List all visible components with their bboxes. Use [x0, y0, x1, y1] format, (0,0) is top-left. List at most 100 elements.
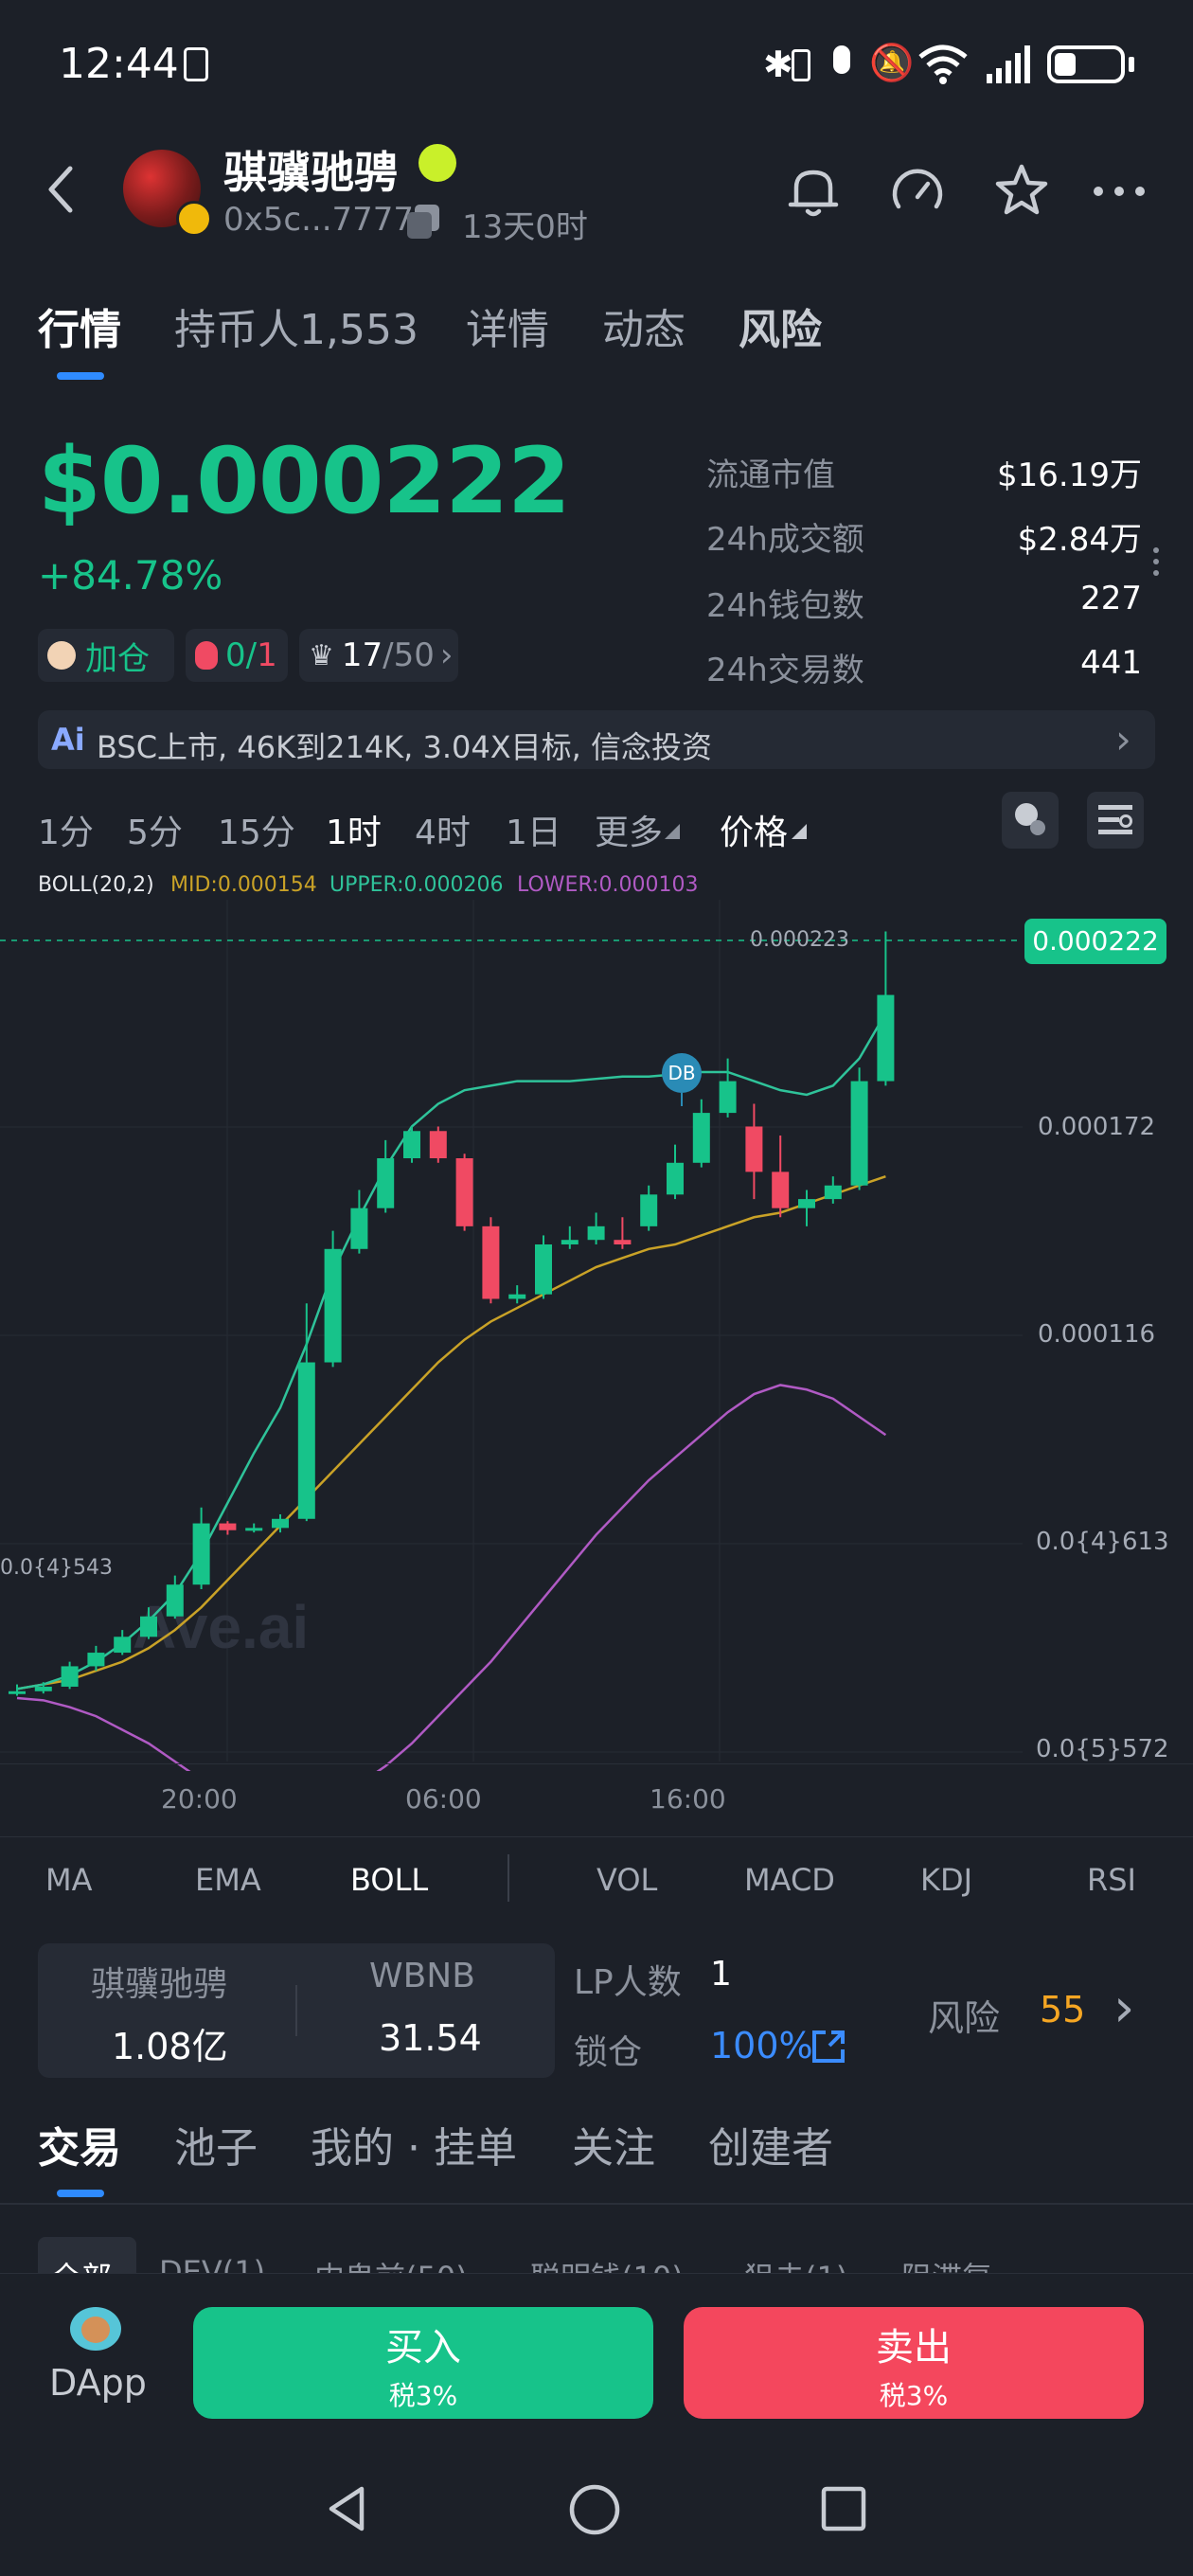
moneybag-icon: [195, 641, 218, 670]
candle: [166, 1575, 184, 1619]
tab-trades[interactable]: 交易: [38, 2114, 121, 2174]
stat-label: 流通市值: [706, 456, 835, 494]
side-handle-icon[interactable]: [1153, 547, 1161, 580]
price-type-select[interactable]: 价格: [720, 805, 788, 854]
y-tick: 0.0{5}572: [1036, 1735, 1169, 1763]
interval-15m[interactable]: 15分: [218, 805, 295, 854]
indicator-rsi[interactable]: RSI: [1087, 1862, 1136, 1898]
interval-1m[interactable]: 1分: [38, 805, 94, 854]
tab-indicator: [57, 372, 104, 380]
bell-icon[interactable]: [782, 161, 845, 224]
filter-chip[interactable]: 阻滞复: [901, 2254, 992, 2273]
candle-body: [614, 1240, 632, 1244]
external-link-icon[interactable]: [809, 2027, 848, 2066]
x-tick: 20:00: [161, 1783, 238, 1815]
stat-label: 24h成交额: [706, 521, 864, 559]
buy-button[interactable]: 买入 税3%: [193, 2307, 653, 2419]
speedometer-icon[interactable]: [886, 161, 949, 224]
candle: [324, 1230, 342, 1368]
lock-label: 锁仓: [574, 2033, 643, 2072]
chef-icon: [47, 641, 76, 670]
candle-body: [166, 1584, 184, 1617]
ai-summary-bar[interactable]: Ai BSC上市, 46K到214K, 3.04X目标, 信念投资 ›: [38, 710, 1155, 769]
tab-market[interactable]: 行情: [38, 295, 121, 356]
nav-recents-icon[interactable]: [820, 2485, 867, 2532]
candle-body: [850, 1081, 868, 1186]
pool-base-label: WBNB: [369, 1957, 475, 1995]
indicator-boll[interactable]: BOLL: [350, 1862, 428, 1898]
candle: [719, 1058, 737, 1118]
sell-button[interactable]: 卖出 税3%: [684, 2307, 1144, 2419]
tab-details[interactable]: 详情: [466, 295, 549, 356]
indicator-vol[interactable]: VOL: [596, 1862, 657, 1898]
interval-more[interactable]: 更多: [595, 805, 663, 854]
more-icon[interactable]: [1091, 174, 1148, 208]
back-button[interactable]: [38, 159, 85, 220]
current-price: $0.000222: [38, 428, 571, 534]
tab-my-orders[interactable]: 我的 · 挂单: [311, 2114, 517, 2174]
candle: [640, 1185, 658, 1231]
chevron-right-icon: ›: [439, 636, 454, 674]
candle-body: [482, 1225, 500, 1299]
chart-settings-button[interactable]: [1087, 792, 1144, 849]
boll-mid: MID:0.000154: [170, 873, 317, 897]
tab-risk[interactable]: 风险: [739, 295, 822, 356]
add-position-chip[interactable]: 加仓: [38, 629, 174, 682]
interval-1d[interactable]: 1日: [506, 805, 561, 854]
candle-body: [667, 1162, 684, 1195]
crown-chip[interactable]: ♛ 17/50 ›: [299, 629, 458, 682]
candle: [192, 1507, 210, 1589]
stat-label: 24h交易数: [706, 652, 864, 689]
candle-body: [535, 1244, 552, 1295]
dapp-button[interactable]: DApp: [38, 2301, 155, 2424]
filter-chip[interactable]: 聪明钱(10): [530, 2254, 684, 2273]
moneybag-chip[interactable]: 0/1: [186, 629, 288, 682]
candle: [9, 1684, 26, 1696]
status-bar: 12:44 ✱ 🔕: [0, 0, 1193, 133]
candle: [824, 1176, 842, 1204]
nav-back-icon[interactable]: [324, 2483, 369, 2534]
indicator-ema[interactable]: EMA: [195, 1862, 261, 1898]
indicator-kdj[interactable]: KDJ: [920, 1862, 972, 1898]
filter-chip[interactable]: DEV(1): [159, 2254, 265, 2273]
candle: [561, 1225, 579, 1249]
candle-body: [745, 1126, 763, 1172]
drawing-tools-button[interactable]: [1002, 792, 1059, 849]
chevron-left-icon: [48, 166, 73, 213]
lock-value[interactable]: 100%: [710, 2025, 813, 2066]
candle: [535, 1235, 552, 1299]
pool-divider: [295, 1985, 297, 2036]
indicator-ma[interactable]: MA: [45, 1862, 93, 1898]
verified-icon: [418, 144, 456, 182]
battery-icon: [1047, 45, 1125, 83]
candle-body: [114, 1637, 132, 1654]
candle-body: [192, 1523, 210, 1585]
indicator-macd[interactable]: MACD: [744, 1862, 835, 1898]
candle-body: [640, 1194, 658, 1226]
interval-5m[interactable]: 5分: [127, 805, 183, 854]
nav-home-icon[interactable]: [568, 2483, 621, 2536]
tab-pool[interactable]: 池子: [174, 2114, 258, 2174]
candle: [350, 1190, 368, 1254]
interval-1h[interactable]: 1时: [326, 805, 382, 854]
copy-icon[interactable]: [407, 205, 441, 239]
triangle-icon: [792, 824, 807, 839]
tab-activity[interactable]: 动态: [602, 295, 686, 356]
price-chart[interactable]: Ave.ai 0.000223 0.0{4}543 DB 0.000222 0.…: [0, 900, 1193, 1771]
y-tick: 0.000116: [1038, 1320, 1155, 1349]
crown-total: /50: [383, 636, 435, 674]
tab-holders[interactable]: 持币人1,553: [174, 295, 418, 356]
filter-chip[interactable]: 狙击(1): [744, 2254, 847, 2273]
triangle-icon: [665, 824, 680, 839]
candle-body: [87, 1653, 105, 1667]
interval-4h[interactable]: 4时: [415, 805, 471, 854]
wifi-icon: [918, 45, 968, 84]
filter-chip[interactable]: 内鬼前(50): [314, 2254, 468, 2273]
star-icon[interactable]: [990, 159, 1053, 222]
tab-watch[interactable]: 关注: [572, 2114, 655, 2174]
tab-creator[interactable]: 创建者: [708, 2114, 833, 2174]
stat-value: $16.19万: [997, 456, 1142, 494]
chevron-right-icon[interactable]: ›: [1113, 1977, 1134, 2039]
candle-body: [350, 1208, 368, 1249]
candle: [219, 1521, 237, 1535]
